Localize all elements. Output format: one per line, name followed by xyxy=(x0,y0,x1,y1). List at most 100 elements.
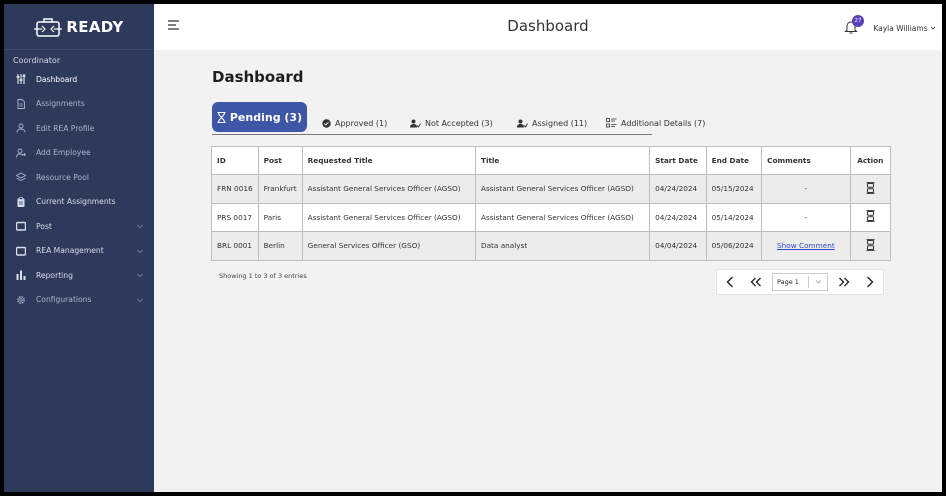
cell-requested-title: General Services Officer (GSO) xyxy=(301,231,476,261)
tab-label: Additional Details (7) xyxy=(621,118,706,128)
cell-post: Frankfurt xyxy=(257,174,303,204)
sidebar-item-resource-pool[interactable]: Resource Pool xyxy=(4,165,154,190)
user-icon xyxy=(16,123,26,133)
tabs-divider xyxy=(212,134,652,135)
tab-assigned[interactable]: Assigned (11) xyxy=(517,115,587,131)
tab-approved[interactable]: Approved (1) xyxy=(322,115,387,131)
column-header[interactable]: ID xyxy=(211,146,259,175)
chevron-down-icon xyxy=(137,224,143,229)
gear-icon xyxy=(16,295,26,305)
main-content: Dashboard Pending (3) Approved (1) Not A… xyxy=(154,50,942,492)
cell-title: Assistant General Services Officer (AGSO… xyxy=(474,202,651,232)
table-row: PRS 0017 Paris Assistant General Service… xyxy=(211,202,892,232)
last-page-button[interactable] xyxy=(831,270,857,294)
sidebar-item-label: Reporting xyxy=(36,270,73,280)
sidebar-item-edit-rea-profile[interactable]: Edit REA Profile xyxy=(4,116,154,141)
chevron-down-icon xyxy=(930,26,936,30)
pagination: Page 1 xyxy=(716,269,884,295)
cell-comments: - xyxy=(761,202,851,232)
sidebar-item-label: Assignments xyxy=(36,99,85,109)
hourglass-icon[interactable] xyxy=(866,238,875,251)
chevron-down-icon xyxy=(137,273,143,278)
column-header: Action xyxy=(849,146,892,175)
cell-title: Data analyst xyxy=(474,231,651,261)
user-add-icon xyxy=(16,148,26,158)
header-title: Dashboard xyxy=(507,17,589,35)
bar-chart-icon xyxy=(16,270,26,281)
sidebar-item-label: Add Employee xyxy=(36,148,91,158)
first-page-button[interactable] xyxy=(743,270,769,294)
cell-end-date: 05/15/2024 xyxy=(705,174,763,204)
cell-title: Assistant General Services Officer (AGSO… xyxy=(474,174,651,204)
logo[interactable]: READY xyxy=(4,4,154,50)
sidebar-item-add-employee[interactable]: Add Employee xyxy=(4,141,154,166)
cell-end-date: 05/06/2024 xyxy=(705,231,763,261)
hourglass-icon xyxy=(217,111,226,123)
cell-requested-title: Assistant General Services Officer (AGSO… xyxy=(301,174,476,204)
column-header[interactable]: Comments xyxy=(761,146,851,175)
column-header[interactable]: Title xyxy=(474,146,651,175)
cell-start-date: 04/24/2024 xyxy=(649,174,707,204)
page-title: Dashboard xyxy=(212,68,304,86)
double-chevron-right-icon xyxy=(839,277,850,287)
cell-action xyxy=(849,174,892,204)
sidebar-item-label: Post xyxy=(36,221,52,231)
app-name: READY xyxy=(66,17,124,36)
sidebar-item-dashboard[interactable]: Dashboard xyxy=(4,67,154,92)
hourglass-icon[interactable] xyxy=(866,210,875,223)
cell-id: BRL 0001 xyxy=(211,231,259,261)
tab-additional-details[interactable]: Additional Details (7) xyxy=(606,115,705,131)
tab-not-accepted[interactable]: Not Accepted (3) xyxy=(410,115,493,131)
chevron-left-icon xyxy=(726,276,733,288)
page-select[interactable]: Page 1 xyxy=(772,273,828,291)
user-name: Kayla Williams xyxy=(873,24,928,33)
user-menu[interactable]: Kayla Williams xyxy=(873,24,936,33)
notification-badge: 27 xyxy=(852,15,864,27)
hourglass-icon[interactable] xyxy=(866,181,875,194)
column-header[interactable]: End Date xyxy=(705,146,763,175)
sidebar-item-assignments[interactable]: Assignments xyxy=(4,92,154,117)
tab-label: Not Accepted (3) xyxy=(425,118,493,128)
sidebar-item-label: Dashboard xyxy=(36,74,78,84)
user-role: Coordinator xyxy=(13,56,61,65)
sidebar-item-reporting[interactable]: Reporting xyxy=(4,263,154,288)
table-row: BRL 0001 Berlin General Services Officer… xyxy=(211,231,892,261)
chevron-down-icon xyxy=(137,298,143,302)
cell-end-date: 05/14/2024 xyxy=(705,202,763,232)
prev-page-button[interactable] xyxy=(717,270,743,294)
top-bar: Dashboard 27 Kayla Williams xyxy=(154,4,942,50)
sidebar-item-current-assignments[interactable]: Current Assignments xyxy=(4,190,154,215)
table-header-row: ID Post Requested Title Title Start Date… xyxy=(211,146,892,175)
inbox-icon xyxy=(16,246,26,256)
column-header[interactable]: Post xyxy=(257,146,303,175)
tab-label: Approved (1) xyxy=(335,118,388,128)
sidebar-item-label: Current Assignments xyxy=(36,197,116,207)
chevron-down-icon xyxy=(815,280,822,284)
cell-start-date: 04/04/2024 xyxy=(649,231,707,261)
tab-label: Pending (3) xyxy=(229,110,303,124)
tab-pending[interactable]: Pending (3) xyxy=(212,102,307,132)
sidebar-item-label: Resource Pool xyxy=(36,172,89,182)
column-header[interactable]: Requested Title xyxy=(301,146,476,175)
status-tabs: Pending (3) Approved (1) Not Accepted (3… xyxy=(212,102,712,134)
sidebar-item-label: REA Management xyxy=(36,246,104,256)
chevron-down-icon xyxy=(137,249,143,253)
sliders-icon xyxy=(16,74,26,85)
cell-requested-title: Assistant General Services Officer (AGSO… xyxy=(301,202,476,232)
user-check-icon xyxy=(517,119,528,128)
cell-start-date: 04/24/2024 xyxy=(649,202,707,232)
list-details-icon xyxy=(606,118,617,128)
select-separator xyxy=(808,276,809,288)
next-page-button[interactable] xyxy=(857,270,883,294)
sidebar-item-configurations[interactable]: Configurations xyxy=(4,288,154,313)
user-check-icon xyxy=(410,119,421,128)
briefcase-logo-icon xyxy=(34,17,63,37)
sidebar-nav: Dashboard Assignments Edit REA Profile A… xyxy=(4,67,154,312)
double-chevron-left-icon xyxy=(750,277,761,287)
sidebar-item-post[interactable]: Post xyxy=(4,214,154,239)
cell-post: Berlin xyxy=(257,231,303,261)
cell-action xyxy=(849,202,892,232)
column-header[interactable]: Start Date xyxy=(649,146,707,175)
sidebar-item-rea-management[interactable]: REA Management xyxy=(4,239,154,264)
show-comment-link[interactable]: Show Comment xyxy=(777,241,835,250)
